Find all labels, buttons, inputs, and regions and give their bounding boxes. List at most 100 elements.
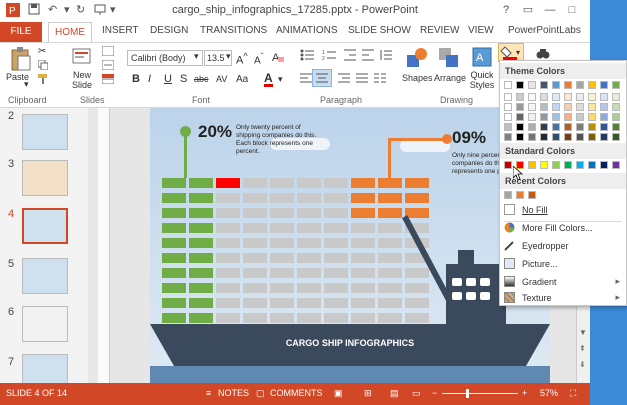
arrange-icon[interactable] [438,47,460,72]
theme-color-swatch[interactable] [588,133,596,141]
theme-color-swatch[interactable] [540,93,548,101]
theme-color-swatch[interactable] [516,113,524,121]
theme-color-swatch[interactable] [564,103,572,111]
theme-color-swatch[interactable] [504,123,512,131]
theme-color-swatch[interactable] [564,123,572,131]
notes-button[interactable]: NOTES [218,388,249,398]
font-size-dropdown-icon[interactable]: ▾ [226,51,231,62]
theme-color-swatch[interactable] [528,113,536,121]
align-center-icon[interactable] [312,69,332,87]
theme-color-swatch[interactable] [564,93,572,101]
theme-color-swatch[interactable] [588,123,596,131]
tab-animations[interactable]: ANIMATIONS [276,25,337,36]
text-shadow-button[interactable]: S [180,73,187,85]
theme-color-swatch[interactable] [552,103,560,111]
bold-button[interactable]: B [132,73,140,85]
italic-button[interactable]: I [148,73,151,85]
bullets-icon[interactable] [300,49,314,64]
arrange-button[interactable]: Arrange [434,73,466,83]
theme-color-swatch[interactable] [600,103,608,111]
help-icon[interactable]: ? [494,0,518,20]
standard-color-swatch[interactable] [612,161,620,169]
columns-icon[interactable] [374,73,386,87]
theme-color-swatch[interactable] [516,133,524,141]
picture-item[interactable]: Picture... [500,255,626,273]
layout-icon[interactable] [101,45,115,59]
quick-styles-button[interactable]: Quick Styles [468,70,496,90]
theme-color-swatch[interactable] [576,113,584,121]
notes-icon[interactable]: ≡ [206,388,211,398]
theme-color-swatch[interactable] [504,81,512,89]
theme-color-swatch[interactable] [564,133,572,141]
character-spacing-button[interactable]: AV [216,74,227,84]
theme-color-swatch[interactable] [600,123,608,131]
theme-color-swatch[interactable] [576,81,584,89]
theme-color-swatch[interactable] [612,133,620,141]
theme-color-swatch[interactable] [600,81,608,89]
theme-color-swatch[interactable] [528,93,536,101]
theme-color-swatch[interactable] [588,113,596,121]
no-fill-item[interactable]: No Fill [500,201,626,219]
paste-dropdown-icon[interactable]: ▾ [24,79,29,90]
paste-icon[interactable] [10,47,32,74]
shapes-button[interactable]: Shapes [402,73,433,83]
underline-button[interactable]: U [164,73,172,85]
slide-thumbnail-selected[interactable] [22,208,68,244]
font-name-dropdown-icon[interactable]: ▾ [194,51,199,62]
previous-slide-icon[interactable]: ⇞ [579,344,586,353]
standard-color-swatch[interactable] [540,161,548,169]
theme-color-swatch[interactable] [576,133,584,141]
standard-color-swatch[interactable] [528,161,536,169]
fit-slide-icon[interactable]: ⛶ [570,388,576,399]
slide-thumbnail[interactable] [22,306,68,342]
clear-format-icon[interactable]: A [272,50,285,65]
standard-color-swatch[interactable] [600,161,608,169]
theme-color-swatch[interactable] [552,93,560,101]
theme-color-swatch[interactable] [516,103,524,111]
grow-font-icon[interactable]: A^ [236,51,248,67]
theme-color-swatch[interactable] [540,113,548,121]
comments-button[interactable]: COMMENTS [270,388,323,398]
theme-color-swatch[interactable] [612,103,620,111]
shrink-font-icon[interactable]: Aˇ [254,51,263,66]
zoom-level[interactable]: 57% [540,388,558,398]
theme-color-swatch[interactable] [576,123,584,131]
theme-color-swatch[interactable] [576,93,584,101]
standard-color-swatch[interactable] [576,161,584,169]
standard-color-swatch[interactable] [588,161,596,169]
theme-color-swatch[interactable] [588,81,596,89]
theme-color-swatch[interactable] [528,123,536,131]
ribbon-options-icon[interactable]: ▭ [516,0,540,20]
theme-color-swatch[interactable] [612,123,620,131]
theme-color-swatch[interactable] [612,93,620,101]
decrease-indent-icon[interactable] [344,49,356,64]
scroll-down-icon[interactable]: ▼ [579,328,587,337]
theme-color-swatch[interactable] [564,81,572,89]
theme-color-swatch[interactable] [504,113,512,121]
theme-color-swatch[interactable] [612,113,620,121]
new-slide-button[interactable]: New Slide [66,70,98,90]
theme-color-swatch[interactable] [528,133,536,141]
normal-view-icon[interactable]: ▣ [334,388,343,399]
zoom-in-icon[interactable]: + [522,388,527,398]
tab-insert[interactable]: INSERT [102,25,139,36]
tab-review[interactable]: REVIEW [420,25,459,36]
slideshow-icon[interactable]: ▭ [412,388,421,399]
tab-slide-show[interactable]: SLIDE SHOW [348,25,411,36]
eyedropper-item[interactable]: Eyedropper [500,237,626,255]
theme-color-swatch[interactable] [600,93,608,101]
theme-color-swatch[interactable] [540,123,548,131]
slide-thumbnail[interactable] [22,160,68,196]
section-icon[interactable] [101,74,115,87]
theme-color-swatch[interactable] [564,113,572,121]
zoom-slider[interactable] [442,393,518,394]
format-painter-icon[interactable] [38,74,48,87]
theme-color-swatch[interactable] [552,113,560,121]
theme-color-swatch[interactable] [588,103,596,111]
maximize-button[interactable]: □ [560,0,584,20]
numbering-icon[interactable]: 12 [322,49,336,64]
increase-indent-icon[interactable] [362,49,374,64]
next-slide-icon[interactable]: ⇟ [579,360,586,369]
slide-canvas[interactable]: 20% Only twenty percent of shipping comp… [150,108,550,383]
theme-color-swatch[interactable] [528,81,536,89]
